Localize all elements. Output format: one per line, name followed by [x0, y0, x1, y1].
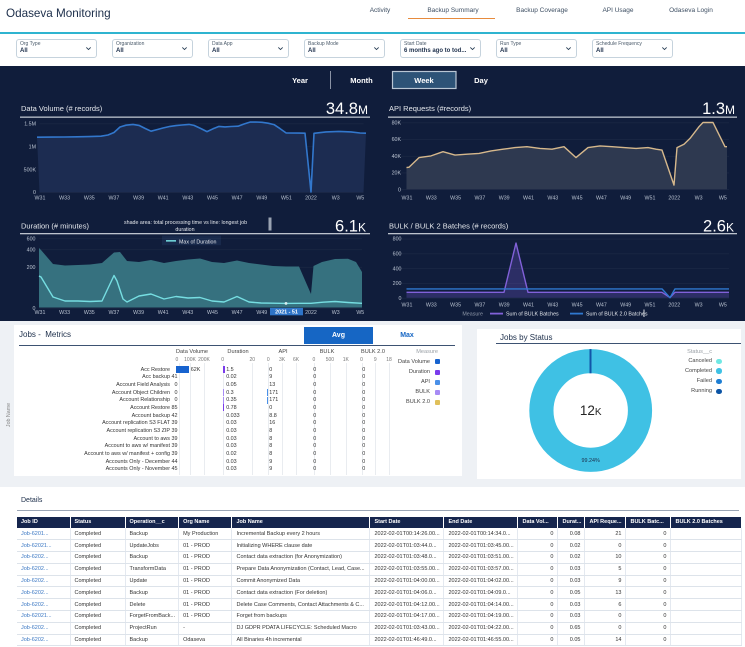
svg-text:W3: W3 [695, 196, 703, 202]
svg-text:34.8M: 34.8M [326, 100, 368, 118]
svg-text:2022: 2022 [305, 196, 317, 202]
svg-text:Data Volume (# records): Data Volume (# records) [21, 104, 103, 113]
svg-text:W35: W35 [84, 196, 95, 202]
svg-text:Week: Week [414, 76, 434, 85]
svg-text:W45: W45 [207, 196, 218, 202]
svg-text:W33: W33 [59, 310, 70, 316]
svg-text:API Requests (#records): API Requests (#records) [389, 104, 472, 113]
svg-text:W49: W49 [256, 310, 267, 316]
svg-text:W47: W47 [596, 196, 607, 202]
svg-text:W45: W45 [207, 310, 218, 316]
svg-text:0: 0 [398, 187, 401, 193]
svg-text:Year: Year [292, 76, 308, 85]
svg-text:W31: W31 [402, 196, 413, 202]
svg-text:W39: W39 [499, 303, 510, 309]
svg-text:W47: W47 [232, 196, 243, 202]
svg-text:W37: W37 [108, 196, 119, 202]
svg-text:0: 0 [399, 296, 402, 302]
svg-text:W49: W49 [620, 303, 631, 309]
svg-text:BULK / BULK 2 Batches (# recor: BULK / BULK 2 Batches (# records) [389, 222, 509, 231]
svg-text:800: 800 [393, 237, 402, 243]
svg-text:2022: 2022 [668, 196, 680, 202]
svg-text:W49: W49 [620, 196, 631, 202]
svg-text:2.6K: 2.6K [703, 218, 734, 236]
svg-text:2022: 2022 [305, 310, 317, 316]
svg-text:400: 400 [27, 247, 36, 253]
svg-text:Max of Duration: Max of Duration [179, 240, 216, 246]
svg-text:W41: W41 [523, 303, 534, 309]
svg-text:W37: W37 [108, 310, 119, 316]
svg-text:6.1K: 6.1K [335, 218, 366, 236]
svg-text:600: 600 [393, 252, 402, 258]
svg-text:W43: W43 [547, 196, 558, 202]
svg-text:W3: W3 [332, 310, 340, 316]
svg-text:W45: W45 [572, 303, 583, 309]
svg-text:W5: W5 [719, 196, 727, 202]
svg-text:W5: W5 [356, 310, 364, 316]
svg-text:Sum of BULK 2.0 Batches: Sum of BULK 2.0 Batches [586, 312, 648, 318]
svg-text:600: 600 [27, 236, 36, 242]
svg-text:W41: W41 [158, 196, 169, 202]
svg-text:Duration (# minutes): Duration (# minutes) [21, 222, 89, 231]
svg-text:W31: W31 [402, 303, 413, 309]
svg-text:duration: duration [175, 227, 194, 233]
svg-text:W43: W43 [547, 303, 558, 309]
svg-text:W33: W33 [426, 196, 437, 202]
svg-text:shade area: total processing t: shade area: total processing time vs lin… [124, 220, 247, 226]
svg-text:99.24%: 99.24% [582, 458, 600, 464]
svg-text:1M: 1M [29, 144, 36, 150]
svg-text:Sum of BULK Batches: Sum of BULK Batches [506, 312, 559, 318]
svg-text:W35: W35 [450, 196, 461, 202]
svg-text:W33: W33 [426, 303, 437, 309]
svg-text:2021 - 51: 2021 - 51 [275, 310, 298, 316]
svg-text:W5: W5 [356, 196, 364, 202]
svg-text:W37: W37 [474, 303, 485, 309]
svg-text:W47: W47 [232, 310, 243, 316]
svg-text:60K: 60K [392, 137, 402, 143]
svg-text:Measure: Measure [462, 312, 483, 318]
svg-text:W51: W51 [281, 196, 292, 202]
svg-text:W45: W45 [572, 196, 583, 202]
svg-text:W39: W39 [133, 310, 144, 316]
svg-text:W3: W3 [695, 303, 703, 309]
svg-text:W39: W39 [499, 196, 510, 202]
svg-text:1.3M: 1.3M [702, 100, 735, 118]
svg-text:400: 400 [393, 266, 402, 272]
svg-text:W35: W35 [450, 303, 461, 309]
svg-text:1.5M: 1.5M [24, 122, 36, 128]
svg-text:W51: W51 [645, 303, 656, 309]
svg-text:W31: W31 [35, 310, 46, 316]
svg-text:W3: W3 [332, 196, 340, 202]
svg-text:40K: 40K [392, 154, 402, 160]
svg-text:W33: W33 [59, 196, 70, 202]
svg-text:200: 200 [27, 265, 36, 271]
svg-text:W43: W43 [182, 196, 193, 202]
svg-text:20K: 20K [392, 171, 402, 177]
svg-text:80K: 80K [392, 121, 402, 127]
svg-text:W37: W37 [474, 196, 485, 202]
svg-text:500K: 500K [24, 167, 37, 173]
svg-text:W51: W51 [645, 196, 656, 202]
svg-text:W41: W41 [523, 196, 534, 202]
svg-text:W41: W41 [158, 310, 169, 316]
svg-text:W31: W31 [35, 196, 46, 202]
svg-text:W5: W5 [719, 303, 727, 309]
svg-text:Month: Month [350, 76, 373, 85]
svg-text:200: 200 [393, 281, 402, 287]
svg-text:12K: 12K [580, 403, 602, 418]
svg-text:2022: 2022 [668, 303, 680, 309]
svg-text:Day: Day [474, 76, 489, 85]
svg-text:W47: W47 [596, 303, 607, 309]
svg-text:W35: W35 [84, 310, 95, 316]
svg-text:W49: W49 [256, 196, 267, 202]
svg-text:W39: W39 [133, 196, 144, 202]
svg-text:W43: W43 [182, 310, 193, 316]
